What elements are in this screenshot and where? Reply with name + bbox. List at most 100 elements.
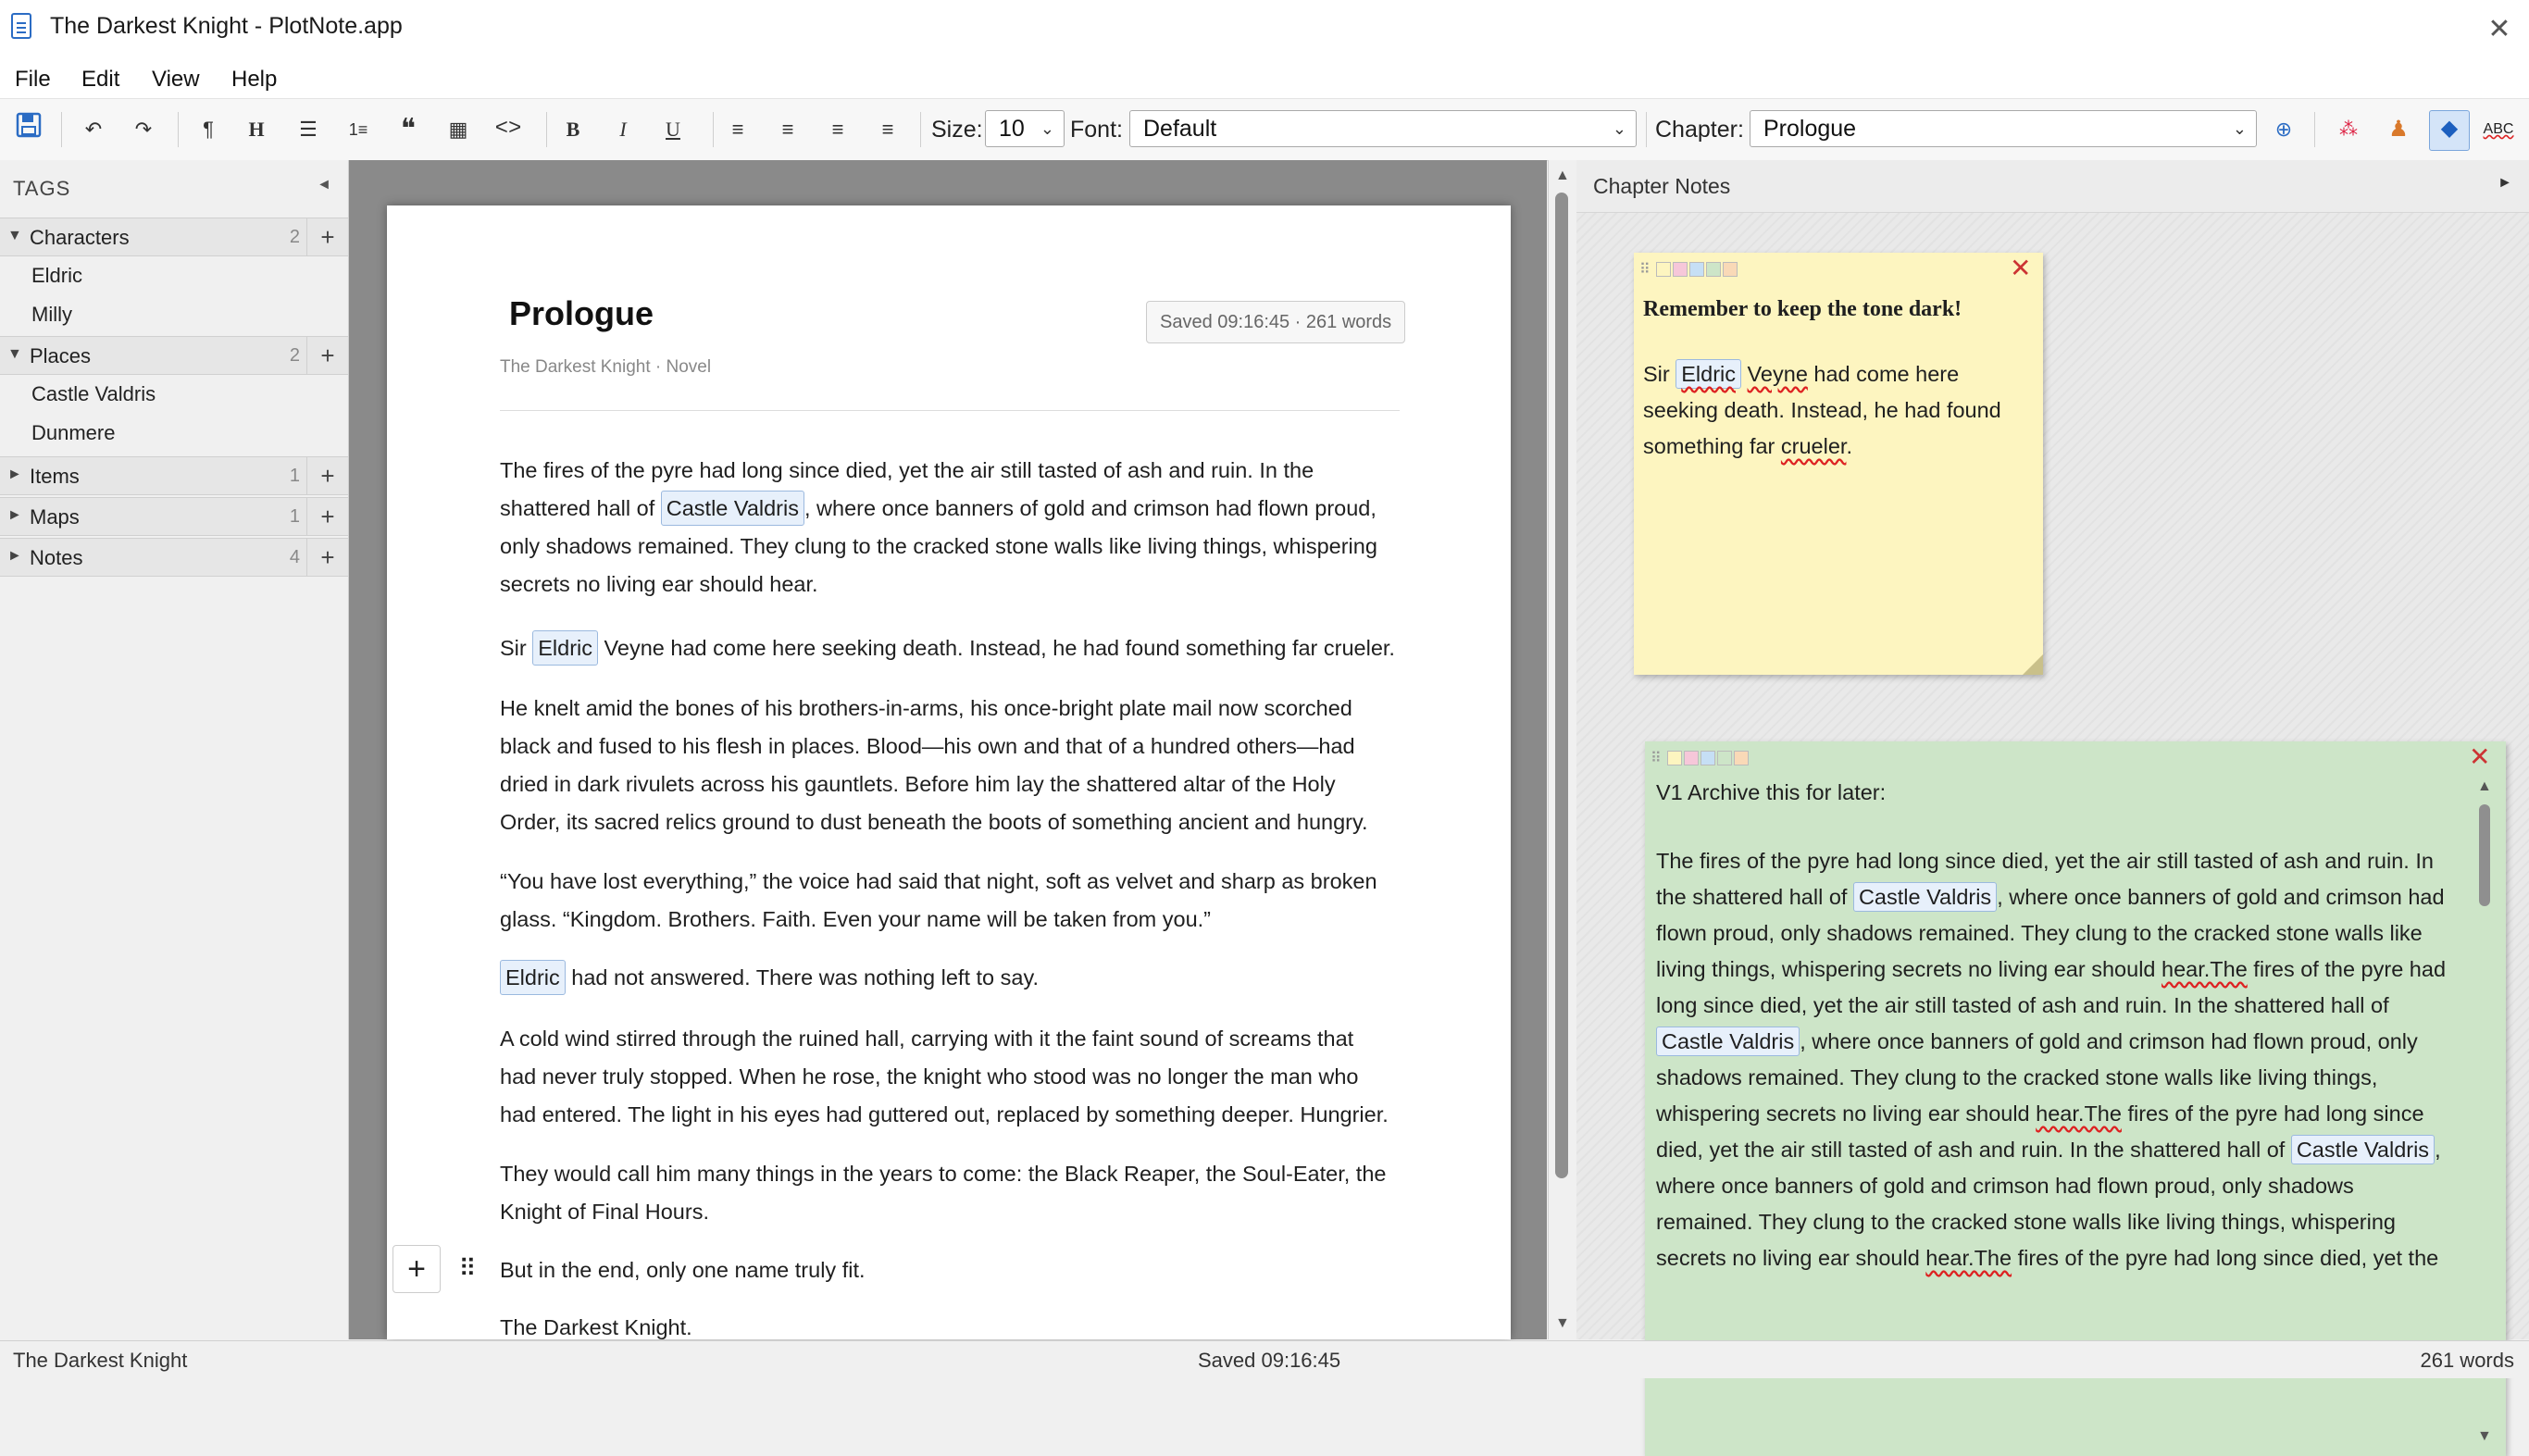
- color-swatch-pink[interactable]: [1684, 751, 1699, 765]
- tag-group-places[interactable]: ▼ Places 2 +: [0, 336, 348, 375]
- expanded-arrow-icon[interactable]: ▼: [7, 346, 22, 363]
- paragraph-8[interactable]: But in the end, only one name truly fit.: [500, 1251, 1407, 1289]
- italic-icon[interactable]: I: [605, 112, 641, 147]
- scrollbar-thumb[interactable]: [2479, 804, 2490, 906]
- misspelled-word[interactable]: Veyne: [1748, 362, 1808, 386]
- paragraph-3[interactable]: He knelt amid the bones of his brothers-…: [500, 690, 1407, 841]
- tag-eldric[interactable]: Eldric: [1676, 359, 1742, 389]
- misspelled-word[interactable]: hear.The: [2161, 957, 2248, 981]
- heading-icon[interactable]: H: [239, 112, 274, 147]
- scrollbar-thumb[interactable]: [1555, 193, 1568, 1178]
- scroll-up-icon[interactable]: ▲: [1555, 168, 1570, 184]
- paragraph-5[interactable]: Eldric had not answered. There was nothi…: [500, 959, 1407, 997]
- collapsed-arrow-icon[interactable]: ►: [7, 467, 22, 483]
- add-tag-button[interactable]: +: [306, 539, 348, 576]
- misspelled-word[interactable]: crueler: [1781, 434, 1847, 458]
- stamp-icon[interactable]: ♟: [2381, 112, 2416, 147]
- add-tag-button[interactable]: +: [306, 457, 348, 494]
- sidebar-item-castle-valdris[interactable]: Castle Valdris: [31, 382, 156, 406]
- tag-castle-valdris[interactable]: Castle Valdris: [2290, 1135, 2436, 1164]
- tag-castle-valdris[interactable]: Castle Valdris: [1852, 882, 1998, 912]
- tag-group-maps[interactable]: ► Maps 1 +: [0, 497, 348, 536]
- undo-icon[interactable]: ↶: [76, 112, 111, 147]
- paragraph-2[interactable]: Sir Eldric Veyne had come here seeking d…: [500, 629, 1407, 667]
- save-icon[interactable]: [11, 112, 46, 147]
- drag-handle-icon[interactable]: ⠿: [1651, 749, 1662, 767]
- add-tag-button[interactable]: +: [306, 498, 348, 535]
- tag-group-characters[interactable]: ▼ Characters 2 +: [0, 218, 348, 256]
- sidebar-item-milly[interactable]: Milly: [31, 303, 72, 327]
- menu-help[interactable]: Help: [231, 67, 277, 93]
- tag-eldric[interactable]: Eldric: [532, 630, 599, 666]
- close-note-icon[interactable]: ✕: [2010, 253, 2031, 283]
- code-icon[interactable]: <>: [491, 112, 526, 147]
- align-right-icon[interactable]: ≡: [820, 112, 855, 147]
- tag-group-items[interactable]: ► Items 1 +: [0, 456, 348, 495]
- collapse-sidebar-icon[interactable]: ◄: [317, 177, 331, 193]
- drag-handle-icon[interactable]: ⠿: [444, 1245, 491, 1291]
- paragraph-4[interactable]: “You have lost everything,” the voice ha…: [500, 863, 1407, 939]
- resize-corner-icon[interactable]: [2023, 654, 2043, 675]
- color-swatch-green[interactable]: [1706, 262, 1721, 277]
- bullet-list-icon[interactable]: ☰: [291, 112, 326, 147]
- color-swatch-yellow[interactable]: [1656, 262, 1671, 277]
- paragraph-1[interactable]: The fires of the pyre had long since die…: [500, 452, 1407, 604]
- collapsed-arrow-icon[interactable]: ►: [7, 548, 22, 565]
- tag-eldric[interactable]: Eldric: [500, 960, 566, 995]
- sidebar-item-eldric[interactable]: Eldric: [31, 264, 82, 288]
- close-note-icon[interactable]: ✕: [2469, 741, 2490, 772]
- align-center-icon[interactable]: ≡: [770, 112, 805, 147]
- font-select[interactable]: Default ⌄: [1129, 110, 1637, 147]
- color-swatch-blue[interactable]: [1701, 751, 1715, 765]
- tag-castle-valdris[interactable]: Castle Valdris: [1656, 1027, 1800, 1056]
- sidebar-item-dunmere[interactable]: Dunmere: [31, 421, 115, 445]
- page-title[interactable]: Prologue: [509, 294, 654, 333]
- paragraph-icon[interactable]: ¶: [191, 112, 226, 147]
- chapter-select[interactable]: Prologue ⌄: [1750, 110, 2257, 147]
- sticky-note-1[interactable]: ⠿ ✕ Remember to keep the tone dark! Sir …: [1634, 253, 2043, 675]
- paragraph-6[interactable]: A cold wind stirred through the ruined h…: [500, 1020, 1407, 1134]
- scroll-down-icon[interactable]: ▼: [1555, 1315, 1570, 1332]
- spellcheck-icon[interactable]: ABC: [2481, 112, 2516, 147]
- justify-icon[interactable]: ≡: [870, 112, 905, 147]
- new-chapter-icon[interactable]: ⊕: [2266, 112, 2301, 147]
- close-window-button[interactable]: ✕: [2470, 0, 2529, 59]
- color-swatch-blue[interactable]: [1689, 262, 1704, 277]
- scroll-down-icon[interactable]: ▼: [2477, 1428, 2492, 1445]
- menu-view[interactable]: View: [152, 67, 200, 93]
- underline-icon[interactable]: U: [655, 112, 691, 147]
- add-tag-button[interactable]: +: [306, 218, 348, 255]
- align-left-icon[interactable]: ≡: [720, 112, 755, 147]
- tag-icon[interactable]: ◆: [2429, 110, 2470, 151]
- menu-edit[interactable]: Edit: [81, 67, 119, 93]
- expanded-arrow-icon[interactable]: ▼: [7, 228, 22, 244]
- note-body[interactable]: Sir Eldric Veyne had come here seeking d…: [1643, 356, 2041, 465]
- misspelled-word[interactable]: hear.The: [2036, 1101, 2122, 1126]
- scroll-up-icon[interactable]: ▲: [2477, 778, 2492, 795]
- color-swatch-orange[interactable]: [1723, 262, 1738, 277]
- tag-group-notes[interactable]: ► Notes 4 +: [0, 538, 348, 577]
- add-block-button[interactable]: +: [392, 1245, 441, 1293]
- tag-castle-valdris[interactable]: Castle Valdris: [660, 491, 804, 526]
- add-tag-button[interactable]: +: [306, 337, 348, 374]
- graph-icon[interactable]: ⁂: [2331, 112, 2366, 147]
- menu-file[interactable]: File: [15, 67, 51, 93]
- editor-scrollbar[interactable]: ▲ ▼: [1548, 160, 1577, 1339]
- paragraph-7[interactable]: They would call him many things in the y…: [500, 1155, 1407, 1231]
- color-swatch-orange[interactable]: [1734, 751, 1749, 765]
- color-swatch-pink[interactable]: [1673, 262, 1688, 277]
- bold-icon[interactable]: B: [555, 112, 591, 147]
- text-line: shadows remained. They clung to the crac…: [1656, 1065, 2378, 1089]
- table-icon[interactable]: ▦: [441, 112, 476, 147]
- quote-icon[interactable]: ❝: [391, 112, 426, 147]
- size-select[interactable]: 10 ⌄: [985, 110, 1065, 147]
- color-swatch-yellow[interactable]: [1667, 751, 1682, 765]
- numbered-list-icon[interactable]: 1≡: [341, 112, 376, 147]
- drag-handle-icon[interactable]: ⠿: [1639, 260, 1651, 279]
- redo-icon[interactable]: ↷: [126, 112, 161, 147]
- color-swatch-green[interactable]: [1717, 751, 1732, 765]
- collapse-notes-icon[interactable]: ►: [2498, 175, 2512, 192]
- misspelled-word[interactable]: hear.The: [1925, 1246, 2012, 1270]
- collapsed-arrow-icon[interactable]: ►: [7, 507, 22, 524]
- note-body[interactable]: The fires of the pyre had long since die…: [1656, 843, 2461, 1276]
